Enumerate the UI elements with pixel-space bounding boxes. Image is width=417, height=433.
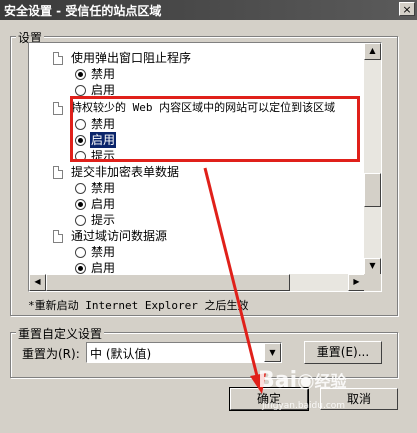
annotation-arrow	[203, 167, 266, 394]
paw-icon: ◉	[297, 368, 315, 392]
watermark-url: jingyan.baidu.com	[262, 401, 346, 411]
watermark-brand: Bai◉经验	[258, 368, 347, 393]
